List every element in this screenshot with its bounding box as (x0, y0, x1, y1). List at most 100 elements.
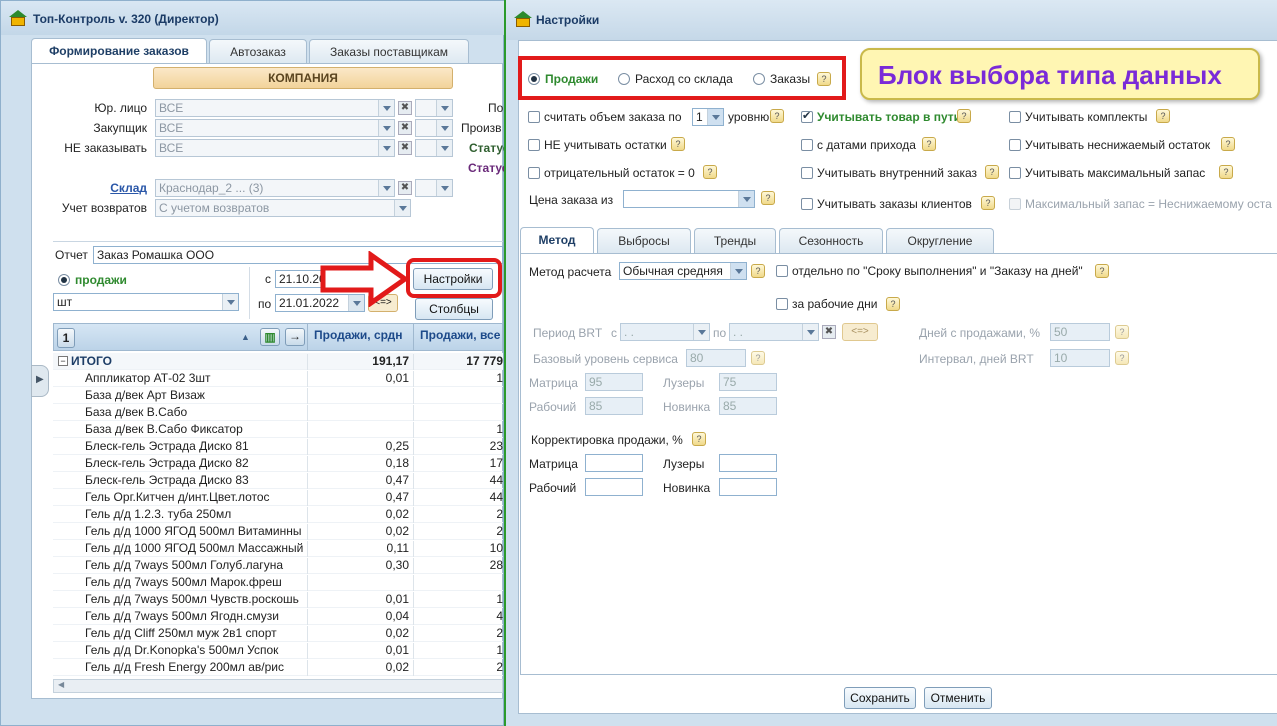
matrix-field[interactable]: 95 (585, 373, 643, 391)
help-icon[interactable]: ? (922, 137, 936, 151)
clear-icon[interactable]: ✖ (398, 181, 412, 195)
chk-client-orders[interactable] (801, 198, 813, 210)
cancel-button[interactable]: Отменить (924, 687, 992, 709)
correction-losers-field[interactable] (719, 454, 777, 472)
table-row[interactable]: Блеск-гель Эстрада Диско 82 0,18 17 (53, 455, 503, 472)
do-not-order-select[interactable]: ВСЕ (155, 139, 395, 157)
tab-seasonality[interactable]: Сезонность (779, 228, 883, 253)
help-icon[interactable]: ? (985, 165, 999, 179)
novelty-field[interactable]: 85 (719, 397, 777, 415)
company-header[interactable]: КОМПАНИЯ (153, 67, 453, 89)
table-row[interactable]: Гель д/д 1000 ЯГОД 500мл Витаминны 0,02 2 (53, 523, 503, 540)
chk-max-eq-min[interactable] (1009, 198, 1021, 210)
brt-from-date[interactable]: . . (620, 323, 710, 341)
help-icon[interactable]: ? (751, 351, 765, 365)
table-row[interactable]: Гель д/д 1000 ЯГОД 500мл Массажный 0,11 10 (53, 540, 503, 557)
help-icon[interactable]: ? (751, 264, 765, 278)
losers-field[interactable]: 75 (719, 373, 777, 391)
table-row[interactable]: Блеск-гель Эстрада Диско 81 0,25 23 (53, 438, 503, 455)
grid-header-sales-avg[interactable]: Продажи, срдн (307, 324, 413, 350)
chk-arrival-dates[interactable] (801, 139, 813, 151)
chk-internal-order[interactable] (801, 167, 813, 179)
method-select[interactable]: Обычная средняя (619, 262, 747, 280)
warehouse-mode-select[interactable] (415, 179, 453, 197)
service-level-field[interactable]: 80 (686, 349, 746, 367)
chk-max-stock[interactable] (1009, 167, 1021, 179)
table-row[interactable]: Гель д/д Cliff 250мл муж 2в1 спорт 0,02 2 (53, 625, 503, 642)
radio-warehouse-expense[interactable] (618, 73, 630, 85)
help-icon[interactable]: ? (1221, 137, 1235, 151)
table-row[interactable]: Гель Орг.Китчен д/инт.Цвет.лотос 0,47 44 (53, 489, 503, 506)
table-row[interactable]: Гель д/д Fresh Energy 200мл ав/рис 0,02 2 (53, 659, 503, 676)
table-row[interactable]: Гель д/д 1.2.3. туба 250мл 0,02 2 (53, 506, 503, 523)
buyer-mode-select[interactable] (415, 119, 453, 137)
brt-interval-field[interactable]: 10 (1050, 349, 1110, 367)
help-icon[interactable]: ? (981, 196, 995, 210)
help-icon[interactable]: ? (957, 109, 971, 123)
table-row[interactable]: База д/век Арт Визаж (53, 387, 503, 404)
help-icon[interactable]: ? (1156, 109, 1170, 123)
chk-negative-zero[interactable] (528, 167, 540, 179)
save-button[interactable]: Сохранить (844, 687, 916, 709)
arrow-right-icon[interactable]: → (285, 328, 305, 346)
help-icon[interactable]: ? (886, 297, 900, 311)
total-row[interactable]: − ИТОГО 191,17 17 779 (53, 353, 503, 370)
brt-swap-button[interactable]: <=> (842, 323, 878, 341)
tab-supplier-orders[interactable]: Заказы поставщикам (309, 39, 469, 64)
legal-entity-select[interactable]: ВСЕ (155, 99, 395, 117)
help-icon[interactable]: ? (692, 432, 706, 446)
table-row[interactable]: Гель д/д 7ways 500мл Ягодн.смузи 0,04 4 (53, 608, 503, 625)
help-icon[interactable]: ? (770, 109, 784, 123)
page-badge[interactable]: 1 (57, 328, 75, 348)
columns-button[interactable]: Столбцы (415, 298, 493, 320)
days-with-sales-field[interactable]: 50 (1050, 323, 1110, 341)
help-icon[interactable]: ? (1095, 264, 1109, 278)
table-row[interactable]: Гель д/д 7ways 500мл Чувств.роскошь 0,01 1 (53, 591, 503, 608)
clear-icon[interactable]: ✖ (398, 141, 412, 155)
help-icon[interactable]: ? (703, 165, 717, 179)
chk-working-days[interactable] (776, 298, 788, 310)
clear-icon[interactable]: ✖ (398, 121, 412, 135)
chk-separately[interactable] (776, 265, 788, 277)
clear-icon[interactable]: ✖ (398, 101, 412, 115)
clear-icon[interactable]: ✖ (822, 325, 836, 339)
tab-rounding[interactable]: Округление (886, 228, 994, 253)
help-icon[interactable]: ? (1115, 351, 1129, 365)
help-icon[interactable]: ? (1219, 165, 1233, 179)
returns-select[interactable]: С учетом возвратов (155, 199, 411, 217)
price-from-select[interactable] (623, 190, 755, 208)
tab-trends[interactable]: Тренды (694, 228, 776, 253)
working-field[interactable]: 85 (585, 397, 643, 415)
do-not-order-mode-select[interactable] (415, 139, 453, 157)
side-collapse-handle[interactable]: ▶ (31, 365, 49, 397)
tab-order-formation[interactable]: Формирование заказов (31, 38, 207, 65)
chk-in-transit[interactable] (801, 109, 813, 123)
grid-header-sales-all[interactable]: Продажи, все (413, 324, 503, 350)
sales-radio[interactable] (58, 274, 70, 286)
sort-asc-icon[interactable]: ▲ (241, 332, 250, 342)
radio-orders[interactable] (753, 73, 765, 85)
chk-volume-by-level[interactable] (528, 111, 540, 123)
chk-ignore-stock[interactable] (528, 139, 540, 151)
correction-matrix-field[interactable] (585, 454, 643, 472)
table-row[interactable]: Аппликатор АТ-02 3шт 0,01 1 (53, 370, 503, 387)
tab-method[interactable]: Метод (520, 227, 594, 254)
horizontal-scrollbar[interactable]: ◀ (53, 679, 503, 693)
columns-icon[interactable]: ▥ (260, 328, 280, 346)
collapse-icon[interactable]: − (58, 356, 68, 366)
table-row[interactable]: Гель д/д 7ways 500мл Голуб.лагуна 0,30 28 (53, 557, 503, 574)
tab-autoorder[interactable]: Автозаказ (209, 39, 307, 64)
tab-outliers[interactable]: Выбросы (597, 228, 691, 253)
brt-to-date[interactable]: . . (729, 323, 819, 341)
help-icon[interactable]: ? (1115, 325, 1129, 339)
help-icon[interactable]: ? (817, 72, 831, 86)
table-row[interactable]: Гель д/д Dr.Konopka's 500мл Успок 0,01 1 (53, 642, 503, 659)
help-icon[interactable]: ? (671, 137, 685, 151)
table-row[interactable]: База д/век В.Сабо (53, 404, 503, 421)
chk-kits[interactable] (1009, 111, 1021, 123)
level-select[interactable]: 1 (692, 108, 724, 126)
unit-select[interactable]: шт (53, 293, 239, 311)
legal-entity-mode-select[interactable] (415, 99, 453, 117)
help-icon[interactable]: ? (761, 191, 775, 205)
chk-min-stock[interactable] (1009, 139, 1021, 151)
